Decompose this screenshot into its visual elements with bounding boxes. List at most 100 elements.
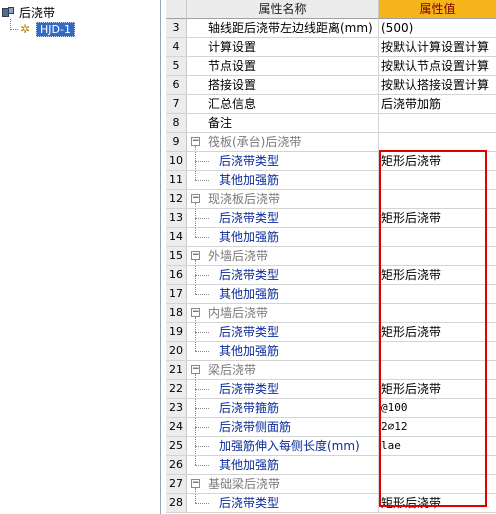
- property-row[interactable]: 13 后浇带类型 矩形后浇带: [166, 209, 496, 228]
- property-row[interactable]: 23 后浇带箍筋 @100: [166, 399, 496, 418]
- property-value[interactable]: [379, 247, 496, 265]
- property-row[interactable]: 7 汇总信息 后浇带加筋: [166, 95, 496, 114]
- row-number: 3: [166, 19, 187, 37]
- property-value[interactable]: [379, 304, 496, 322]
- tree-connector: [195, 180, 209, 181]
- property-row[interactable]: 27− 基础梁后浇带: [166, 475, 496, 494]
- property-value[interactable]: [379, 361, 496, 379]
- row-number: 6: [166, 76, 187, 94]
- property-row[interactable]: 16 后浇带类型 矩形后浇带: [166, 266, 496, 285]
- property-row[interactable]: 26 其他加强筋: [166, 456, 496, 475]
- row-number: 5: [166, 57, 187, 75]
- property-value[interactable]: 按默认节点设置计算: [379, 57, 496, 75]
- property-row[interactable]: 14 其他加强筋: [166, 228, 496, 247]
- property-value[interactable]: [379, 228, 496, 246]
- property-child-name: 后浇带类型: [187, 209, 379, 227]
- property-name: 计算设置: [187, 38, 379, 56]
- property-value[interactable]: 后浇带加筋: [379, 95, 496, 113]
- tree-connector: [10, 29, 18, 31]
- property-value[interactable]: 矩形后浇带: [379, 209, 496, 227]
- property-row[interactable]: 5 节点设置 按默认节点设置计算: [166, 57, 496, 76]
- property-value[interactable]: (500): [379, 19, 496, 37]
- property-value[interactable]: 矩形后浇带: [379, 266, 496, 284]
- property-value[interactable]: [379, 285, 496, 303]
- property-label: 后浇带类型: [219, 382, 280, 396]
- property-value[interactable]: [379, 342, 496, 360]
- property-row[interactable]: 18− 内墙后浇带: [166, 304, 496, 323]
- property-group-name[interactable]: − 基础梁后浇带: [187, 475, 379, 493]
- property-row[interactable]: 6 搭接设置 按默认搭接设置计算: [166, 76, 496, 95]
- property-row[interactable]: 25 加强筋伸入每侧长度(mm) lae: [166, 437, 496, 456]
- collapse-icon[interactable]: −: [191, 365, 200, 374]
- collapse-icon[interactable]: −: [191, 194, 200, 203]
- property-row[interactable]: 19 后浇带类型 矩形后浇带: [166, 323, 496, 342]
- property-value[interactable]: 矩形后浇带: [379, 152, 496, 170]
- property-group-name[interactable]: − 筏板(承台)后浇带: [187, 133, 379, 151]
- property-value[interactable]: [379, 190, 496, 208]
- property-value[interactable]: [379, 133, 496, 151]
- property-row[interactable]: 24 后浇带侧面筋 2⌀12: [166, 418, 496, 437]
- property-row[interactable]: 15− 外墙后浇带: [166, 247, 496, 266]
- row-number: 9: [166, 133, 187, 151]
- property-row[interactable]: 3 轴线距后浇带左边线距离(mm) (500): [166, 19, 496, 38]
- property-group-name[interactable]: − 梁后浇带: [187, 361, 379, 379]
- property-label: 其他加强筋: [219, 344, 280, 358]
- property-value[interactable]: [379, 171, 496, 189]
- collapse-icon[interactable]: −: [191, 251, 200, 260]
- property-row[interactable]: 20 其他加强筋: [166, 342, 496, 361]
- property-label: 搭接设置: [208, 78, 257, 92]
- row-number: 16: [166, 266, 187, 284]
- tree-connector: [195, 503, 209, 504]
- property-value[interactable]: 矩形后浇带: [379, 323, 496, 341]
- property-value[interactable]: lae: [379, 437, 496, 455]
- property-row[interactable]: 11 其他加强筋: [166, 171, 496, 190]
- property-value[interactable]: 矩形后浇带: [379, 380, 496, 398]
- property-label: 现浇板后浇带: [208, 192, 281, 206]
- collapse-icon[interactable]: −: [191, 308, 200, 317]
- property-child-name: 其他加强筋: [187, 285, 379, 303]
- property-group-name[interactable]: − 外墙后浇带: [187, 247, 379, 265]
- tree-connector: [195, 351, 209, 352]
- property-row[interactable]: 10 后浇带类型 矩形后浇带: [166, 152, 496, 171]
- property-row[interactable]: 12− 现浇板后浇带: [166, 190, 496, 209]
- property-row[interactable]: 28 后浇带类型 矩形后浇带: [166, 494, 496, 513]
- tree-connector: [195, 146, 197, 151]
- property-row[interactable]: 17 其他加强筋: [166, 285, 496, 304]
- collapse-icon[interactable]: −: [191, 137, 200, 146]
- tree-connector: [195, 285, 197, 294]
- row-number: 25: [166, 437, 187, 455]
- tree-connector: [195, 161, 209, 162]
- row-number: 24: [166, 418, 187, 436]
- property-child-name: 其他加强筋: [187, 342, 379, 360]
- property-value[interactable]: 按默认搭接设置计算: [379, 76, 496, 94]
- property-value[interactable]: 2⌀12: [379, 418, 496, 436]
- property-row[interactable]: 4 计算设置 按默认计算设置计算: [166, 38, 496, 57]
- row-number: 27: [166, 475, 187, 493]
- property-grid: 属性名称 属性值 3 轴线距后浇带左边线距离(mm) (500) 4 计算设置 按默认计算…: [166, 0, 496, 514]
- property-value[interactable]: 矩形后浇带: [379, 494, 496, 512]
- property-label: 节点设置: [208, 59, 257, 73]
- property-name: 汇总信息: [187, 95, 379, 113]
- tree-connector: [195, 171, 197, 180]
- tree-connector: [195, 342, 197, 351]
- tree-child-node[interactable]: ✲ HJD-1: [19, 21, 75, 37]
- tree-connector: [195, 317, 197, 322]
- property-row[interactable]: 22 后浇带类型 矩形后浇带: [166, 380, 496, 399]
- tree-connector: [195, 294, 209, 295]
- tree-child-label: HJD-1: [36, 21, 75, 37]
- tree-connector: [195, 374, 197, 379]
- property-group-name[interactable]: − 现浇板后浇带: [187, 190, 379, 208]
- property-label: 后浇带类型: [219, 268, 280, 282]
- property-child-name: 后浇带侧面筋: [187, 418, 379, 436]
- property-group-name[interactable]: − 内墙后浇带: [187, 304, 379, 322]
- property-value[interactable]: @100: [379, 399, 496, 417]
- property-value[interactable]: [379, 114, 496, 132]
- row-number: 12: [166, 190, 187, 208]
- property-value[interactable]: 按默认计算设置计算: [379, 38, 496, 56]
- collapse-icon[interactable]: −: [191, 479, 200, 488]
- property-row[interactable]: 9− 筏板(承台)后浇带: [166, 133, 496, 152]
- property-row[interactable]: 21− 梁后浇带: [166, 361, 496, 380]
- property-row[interactable]: 8 备注: [166, 114, 496, 133]
- property-value[interactable]: [379, 475, 496, 493]
- property-value[interactable]: [379, 456, 496, 474]
